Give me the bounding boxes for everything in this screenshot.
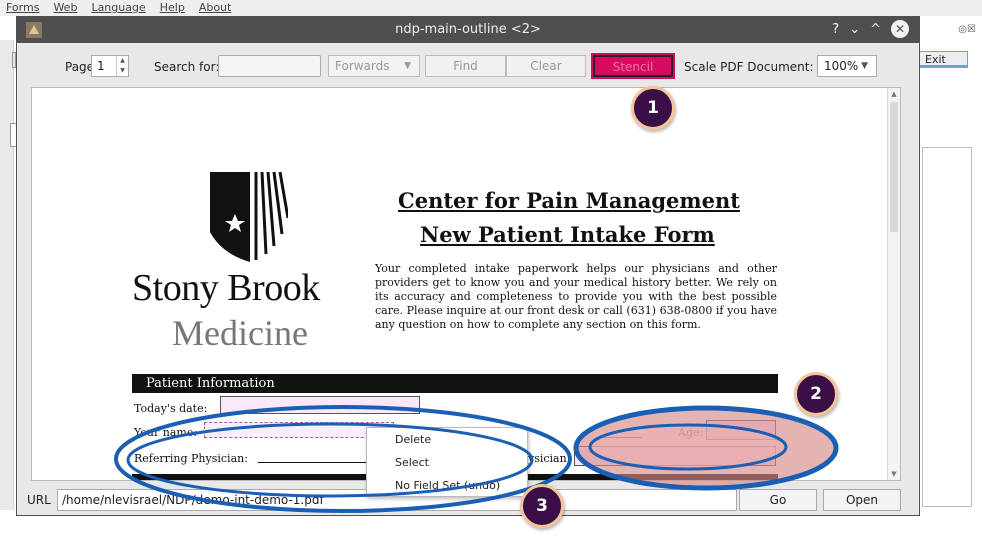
context-menu-select[interactable]: Select — [367, 451, 527, 474]
heading-line2: New Patient Intake Form — [420, 222, 715, 247]
pdf-viewport[interactable]: Stony Brook Medicine Center for Pain Man… — [31, 87, 901, 481]
context-menu-no-field-set[interactable]: No Field Set (undo) — [367, 474, 527, 497]
background-window-controls[interactable]: ◎☒ — [958, 24, 976, 35]
pdf-page: Stony Brook Medicine Center for Pain Man… — [32, 88, 888, 480]
shield-logo — [210, 171, 288, 262]
search-input[interactable] — [218, 55, 321, 77]
logo-name: Stony Brook — [132, 267, 320, 309]
section-header: Patient Information — [132, 374, 778, 393]
intro-paragraph: Your completed intake paperwork helps ou… — [375, 262, 777, 331]
age-label: Age: — [678, 426, 704, 439]
spinner-arrows-icon[interactable]: ▲ ▼ — [116, 56, 128, 76]
clear-button[interactable]: Clear — [506, 55, 586, 77]
todays-date-field[interactable] — [220, 396, 420, 414]
maximize-icon[interactable]: ^ — [870, 22, 881, 37]
exit-button[interactable]: Exit — [914, 51, 968, 68]
menu-help[interactable]: Help — [160, 0, 185, 16]
open-button[interactable]: Open — [823, 489, 901, 511]
background-menubar: Forms Web Language Help About — [0, 0, 982, 16]
chevron-down-icon: ▼ — [404, 61, 411, 71]
background-left-panel — [0, 40, 14, 510]
context-menu: Delete Select No Field Set (undo) — [366, 427, 528, 497]
referring-physician-line — [258, 462, 368, 463]
find-button[interactable]: Find — [425, 55, 506, 77]
window-title: ndp-main-outline <2> — [395, 22, 541, 37]
search-label: Search for: — [154, 60, 220, 74]
chevron-down-icon: ▼ — [861, 61, 868, 71]
background-content-panel — [922, 147, 972, 507]
referring-physician-label: Referring Physician: — [134, 452, 248, 465]
direction-select[interactable]: Forwards ▼ — [328, 55, 420, 77]
todays-date-label: Today's date: — [134, 402, 208, 415]
page-value: 1 — [97, 59, 105, 73]
menu-about[interactable]: About — [199, 0, 232, 16]
scale-label: Scale PDF Document: — [684, 60, 814, 74]
logo-subtitle: Medicine — [172, 313, 308, 353]
heading-line1: Center for Pain Management — [398, 188, 740, 213]
annotation-badge-2: 2 — [794, 372, 838, 416]
help-icon[interactable]: ? — [832, 22, 839, 37]
underline-line — [598, 437, 642, 438]
close-icon[interactable]: ✕ — [891, 20, 909, 38]
scroll-thumb[interactable] — [890, 102, 898, 232]
scale-select[interactable]: 100% ▼ — [817, 55, 877, 77]
annotation-badge-1: 1 — [631, 86, 675, 130]
url-label: URL — [27, 493, 51, 507]
stencil-button[interactable]: Stencil — [591, 53, 675, 79]
menu-web[interactable]: Web — [53, 0, 77, 16]
scroll-down-icon[interactable]: ▼ — [888, 468, 900, 480]
minimize-icon[interactable]: ⌄ — [849, 22, 860, 37]
age-field[interactable] — [706, 420, 776, 440]
physician-label: ysician: — [528, 452, 571, 465]
physician-field[interactable] — [574, 446, 776, 466]
direction-value: Forwards — [335, 59, 390, 73]
scroll-up-icon[interactable]: ▲ — [888, 88, 900, 100]
title-bar[interactable]: ndp-main-outline <2> ? ⌄ ^ ✕ — [17, 17, 919, 43]
annotation-badge-3: 3 — [520, 484, 564, 528]
menu-forms[interactable]: Forms — [6, 0, 39, 16]
toolbar: Page: 1 ▲ ▼ Search for: Forwards ▼ Find C… — [17, 43, 919, 87]
scale-value: 100% — [824, 59, 859, 73]
context-menu-delete[interactable]: Delete — [367, 428, 527, 451]
go-button[interactable]: Go — [739, 489, 817, 511]
menu-language[interactable]: Language — [91, 0, 145, 16]
your-name-label: Your name: — [134, 426, 198, 439]
page-spinner[interactable]: 1 ▲ ▼ — [91, 55, 129, 77]
vertical-scrollbar[interactable]: ▲ ▼ — [887, 88, 900, 480]
